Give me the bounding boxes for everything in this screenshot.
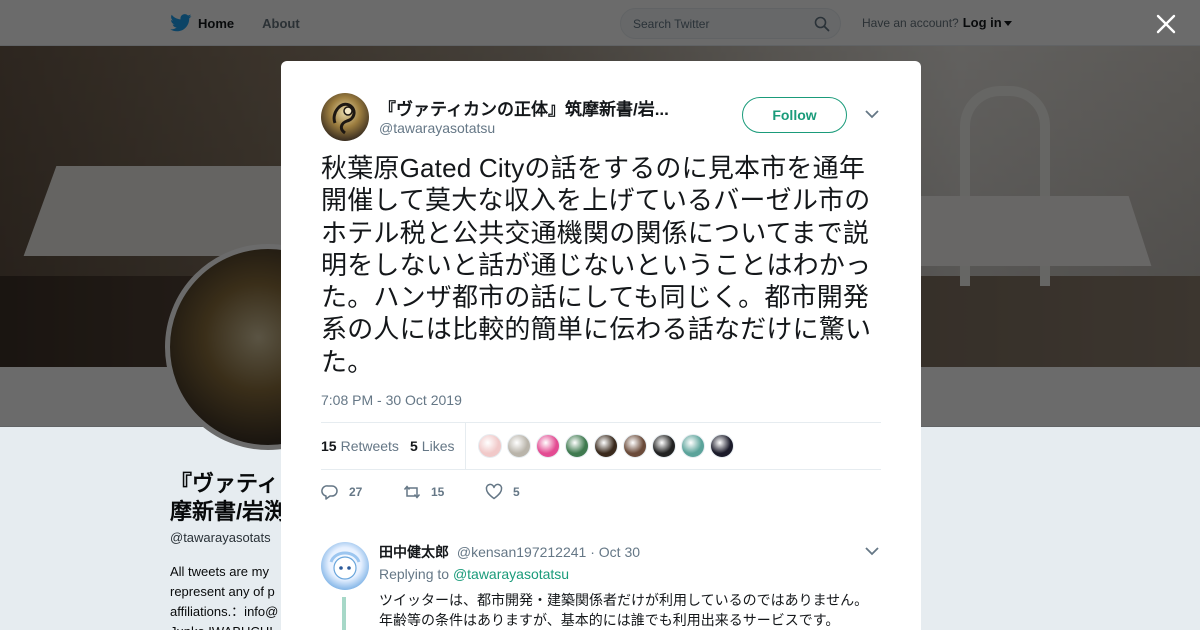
close-icon[interactable]: [1156, 14, 1176, 34]
profile-name: 『ヴァティ 摩新書/岩渕: [170, 471, 287, 524]
tweet-text: 秋葉原Gated Cityの話をするのに見本市を通年開催して莫大な収入を上げてい…: [321, 153, 872, 377]
nav-home[interactable]: Home: [170, 14, 234, 32]
liker-avatar[interactable]: [652, 434, 676, 458]
author-display-name[interactable]: 『ヴァティカンの正体』筑摩新書/岩...: [379, 95, 699, 120]
nav-about[interactable]: About: [262, 16, 300, 31]
retweet-button[interactable]: 15: [403, 483, 485, 501]
reply-date[interactable]: · Oct 30: [590, 544, 640, 560]
profile-handle: @tawarayasotats: [170, 530, 271, 545]
reply-button[interactable]: 27: [321, 483, 403, 501]
replying-to-link[interactable]: @tawarayasotatsu: [453, 566, 569, 582]
liker-avatar[interactable]: [536, 434, 560, 458]
reply-author-handle[interactable]: @kensan197212241: [457, 544, 586, 560]
heart-icon: [485, 483, 503, 500]
search-input[interactable]: [633, 16, 803, 31]
nav-home-label: Home: [198, 15, 235, 31]
liker-avatars: [478, 434, 734, 458]
author-screen-name[interactable]: @tawarayasotatsu: [379, 120, 495, 136]
avatar-illustration: [332, 102, 356, 135]
reply-avatar-illustration: [329, 551, 361, 580]
have-account-text: Have an account?: [862, 15, 959, 30]
twitter-bird-icon: [170, 14, 192, 32]
liker-avatar[interactable]: [565, 434, 589, 458]
liker-avatar[interactable]: [594, 434, 618, 458]
tweet-stats: 15 Retweets 5 Likes: [321, 422, 881, 470]
reply-chevron-down-icon[interactable]: [865, 546, 879, 556]
reply-text-line-2: 年齢等の条件はありますが、基本的には誰でも利用出来るサービスです。: [379, 612, 840, 628]
caret-down-icon[interactable]: [1003, 21, 1012, 26]
chevron-down-icon[interactable]: [865, 109, 879, 119]
reply-header: 田中健太郎 @kensan197212241 · Oct 30: [379, 542, 640, 562]
like-count: 5: [513, 485, 520, 499]
login-button[interactable]: Log in: [963, 15, 1002, 30]
reply-avatar[interactable]: [321, 542, 369, 590]
likes-label: Likes: [421, 438, 455, 454]
stats-divider: [465, 423, 466, 469]
thread-line: [342, 597, 346, 630]
author-avatar[interactable]: [321, 93, 369, 141]
liker-avatar[interactable]: [710, 434, 734, 458]
liker-avatar[interactable]: [478, 434, 502, 458]
top-nav: Home About Have an account? Log in: [0, 0, 1200, 46]
login-area: Have an account? Log in: [862, 15, 1012, 30]
follow-button[interactable]: Follow: [742, 97, 847, 133]
retweet-icon: [403, 485, 421, 499]
likes-count: 5: [410, 438, 418, 454]
retweets-count: 15: [321, 438, 337, 454]
replying-to: Replying to @tawarayasotatsu: [379, 566, 569, 582]
replying-prefix: Replying to: [379, 566, 450, 582]
search-box[interactable]: [620, 8, 841, 39]
tweet-modal: 『ヴァティカンの正体』筑摩新書/岩... @tawarayasotatsu Fo…: [281, 61, 921, 630]
reply-count: 27: [349, 485, 363, 499]
liker-avatar[interactable]: [507, 434, 531, 458]
profile-bio: All tweets are my represent any of p aff…: [170, 564, 279, 630]
tweet-actions: 27 15 5: [321, 482, 520, 502]
retweets-stat[interactable]: 15 Retweets: [321, 438, 399, 454]
like-button[interactable]: 5: [485, 483, 520, 501]
reply-author-name[interactable]: 田中健太郎: [379, 544, 449, 560]
retweet-count: 15: [431, 485, 445, 499]
reply-text: ツイッターは、都市開発・建築関係者だけが利用しているのではありません。 年齢等の…: [379, 590, 879, 630]
likes-stat[interactable]: 5 Likes: [410, 438, 454, 454]
tweet-timestamp[interactable]: 7:08 PM - 30 Oct 2019: [321, 392, 462, 408]
liker-avatar[interactable]: [623, 434, 647, 458]
liker-avatar[interactable]: [681, 434, 705, 458]
retweets-label: Retweets: [340, 438, 399, 454]
reply-icon: [321, 485, 338, 500]
reply-text-line-1: ツイッターは、都市開発・建築関係者だけが利用しているのではありません。: [379, 592, 869, 608]
search-icon[interactable]: [814, 16, 830, 32]
